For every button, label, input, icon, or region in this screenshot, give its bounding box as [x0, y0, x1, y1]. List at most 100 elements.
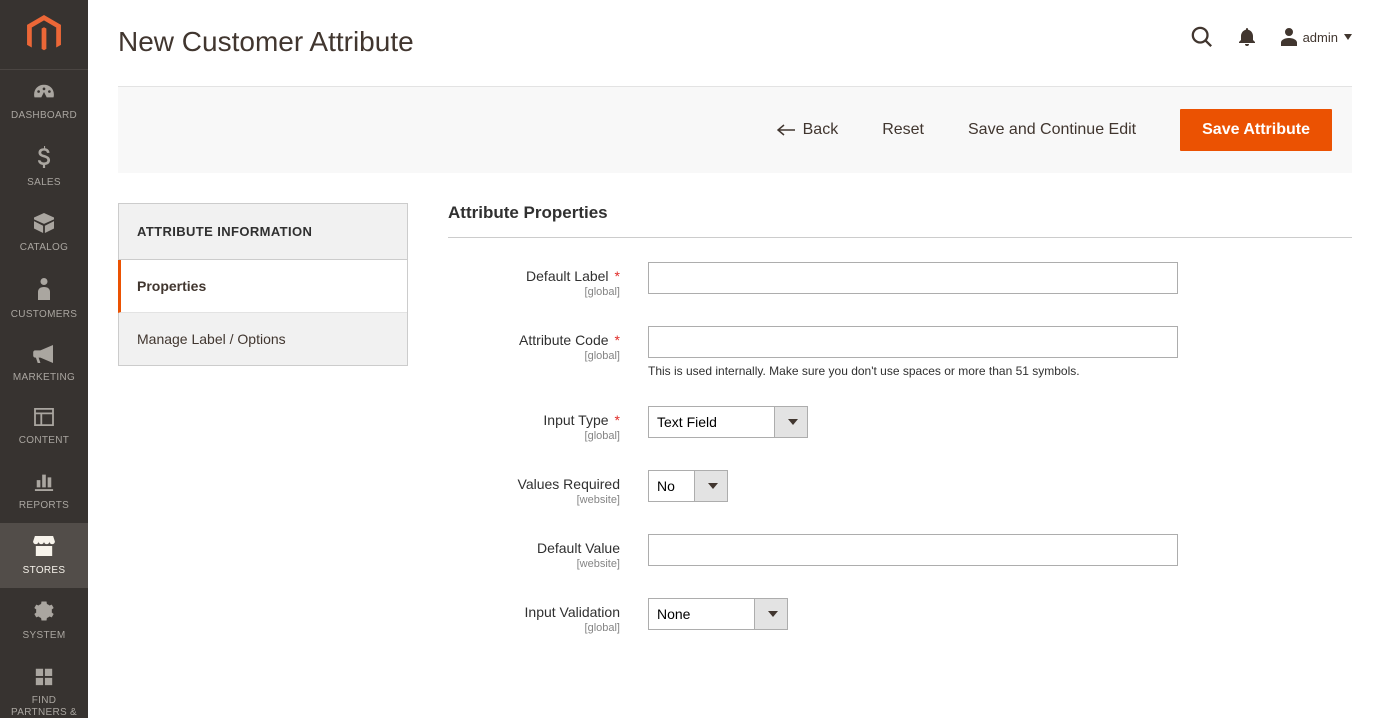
field-attribute-code: Attribute Code * [global] This is used in…: [448, 326, 1352, 378]
required-mark: *: [615, 268, 620, 284]
field-values-required: Values Required [website] No: [448, 470, 1352, 506]
attribute-info-tabs: Attribute Information Properties Manage …: [118, 203, 408, 366]
back-label: Back: [803, 121, 839, 139]
form-area: Attribute Properties Default Label * [glo…: [448, 203, 1352, 662]
user-icon: [1281, 28, 1297, 46]
field-scope: [global]: [448, 286, 620, 298]
nav-reports[interactable]: Reports: [0, 458, 88, 523]
nav-label: Content: [19, 435, 69, 447]
field-label-wrap: Values Required [website]: [448, 470, 648, 506]
nav-stores[interactable]: Stores: [0, 523, 88, 588]
select-wrap: Text Field: [648, 406, 808, 438]
nav-customers[interactable]: Customers: [0, 265, 88, 332]
field-scope: [global]: [448, 350, 620, 362]
chevron-down-icon: [1344, 34, 1352, 40]
tab-manage-label-options[interactable]: Manage Label / Options: [119, 313, 407, 365]
field-label-wrap: Input Validation [global]: [448, 598, 648, 634]
field-label-wrap: Attribute Code * [global]: [448, 326, 648, 362]
field-label: Default Value: [537, 540, 620, 556]
notifications-icon[interactable]: [1239, 28, 1255, 46]
nav-label: System: [23, 630, 66, 642]
field-input-type: Input Type* [global] Text Field: [448, 406, 1352, 442]
tab-properties[interactable]: Properties: [118, 260, 407, 313]
required-mark: *: [615, 332, 620, 348]
admin-user-menu[interactable]: admin: [1281, 28, 1352, 46]
back-button[interactable]: Back: [777, 121, 839, 139]
default-value-input[interactable]: [648, 534, 1178, 566]
dashboard-icon: [33, 83, 55, 104]
select-wrap: None: [648, 598, 788, 630]
dollar-icon: [37, 146, 51, 171]
search-icon[interactable]: [1191, 26, 1213, 48]
nav-label: Sales: [27, 177, 61, 189]
field-label: Default Label: [526, 268, 609, 284]
nav-content[interactable]: Content: [0, 395, 88, 458]
person-icon: [37, 278, 51, 303]
magento-logo[interactable]: [0, 0, 88, 70]
field-scope: [global]: [448, 622, 620, 634]
reset-button[interactable]: Reset: [882, 121, 924, 139]
nav-label: Stores: [23, 565, 66, 577]
attribute-code-input[interactable]: [648, 326, 1178, 358]
field-scope: [website]: [448, 494, 620, 506]
field-control: This is used internally. Make sure you d…: [648, 326, 1178, 378]
nav-partners[interactable]: Find Partners & Extensions: [0, 653, 88, 718]
page-header: New Customer Attribute admin: [88, 0, 1382, 58]
default-label-input[interactable]: [648, 262, 1178, 294]
page-title: New Customer Attribute: [118, 26, 414, 58]
field-input-validation: Input Validation [global] None: [448, 598, 1352, 634]
tabs-heading: Attribute Information: [119, 204, 407, 260]
action-bar: Back Reset Save and Continue Edit Save A…: [118, 86, 1352, 173]
field-control: No: [648, 470, 1178, 502]
required-mark: *: [615, 412, 620, 428]
arrow-left-icon: [777, 124, 795, 136]
nav-sales[interactable]: Sales: [0, 133, 88, 200]
field-label: Input Validation: [525, 604, 620, 620]
nav-label: Reports: [19, 500, 69, 512]
nav-label: Catalog: [20, 242, 68, 254]
field-label-wrap: Input Type* [global]: [448, 406, 648, 442]
nav-label: Find Partners & Extensions: [4, 695, 84, 718]
field-scope: [website]: [448, 558, 620, 570]
nav-label: Dashboard: [11, 110, 77, 122]
form-section-title: Attribute Properties: [448, 203, 1352, 238]
field-default-value: Default Value [website]: [448, 534, 1352, 570]
field-label: Input Type: [543, 412, 608, 428]
field-label: Values Required: [518, 476, 620, 492]
nav-label: Marketing: [13, 372, 75, 384]
page-wrapper: New Customer Attribute admin Back Reset …: [88, 0, 1382, 702]
magento-logo-icon: [27, 15, 61, 55]
megaphone-icon: [33, 345, 55, 366]
save-continue-label: Save and Continue Edit: [968, 121, 1136, 139]
save-continue-button[interactable]: Save and Continue Edit: [968, 121, 1136, 139]
nav-marketing[interactable]: Marketing: [0, 332, 88, 395]
box-icon: [33, 213, 55, 236]
input-validation-select[interactable]: None: [648, 598, 788, 630]
header-actions: admin: [1191, 26, 1352, 48]
admin-sidebar: Dashboard Sales Catalog Customers Market…: [0, 0, 88, 718]
field-note: This is used internally. Make sure you d…: [648, 364, 1178, 378]
nav-dashboard[interactable]: Dashboard: [0, 70, 88, 133]
nav-system[interactable]: System: [0, 588, 88, 653]
save-attribute-button[interactable]: Save Attribute: [1180, 109, 1332, 151]
field-control: [648, 534, 1178, 566]
reset-label: Reset: [882, 121, 924, 139]
select-wrap: No: [648, 470, 728, 502]
field-default-label: Default Label * [global]: [448, 262, 1352, 298]
field-control: [648, 262, 1178, 294]
field-label-wrap: Default Label * [global]: [448, 262, 648, 298]
bar-chart-icon: [34, 471, 54, 494]
main-columns: Attribute Information Properties Manage …: [88, 173, 1382, 702]
partners-icon: [33, 666, 55, 689]
store-icon: [33, 536, 55, 559]
admin-username: admin: [1303, 30, 1338, 45]
gear-icon: [34, 601, 54, 624]
field-label: Attribute Code: [519, 332, 609, 348]
layout-icon: [34, 408, 54, 429]
values-required-select[interactable]: No: [648, 470, 728, 502]
nav-label: Customers: [11, 309, 77, 321]
input-type-select[interactable]: Text Field: [648, 406, 808, 438]
field-control: None: [648, 598, 1178, 630]
nav-catalog[interactable]: Catalog: [0, 200, 88, 265]
field-control: Text Field: [648, 406, 1178, 438]
